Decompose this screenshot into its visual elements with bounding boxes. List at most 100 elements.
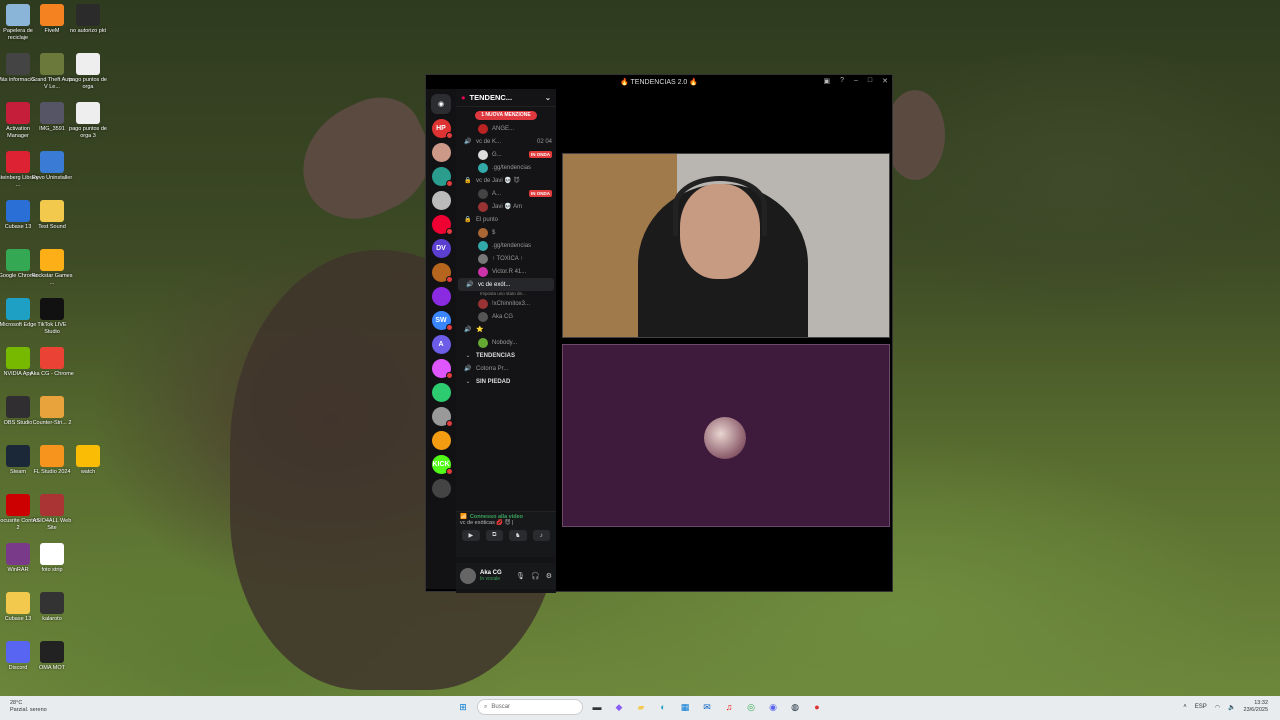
help-icon[interactable]: ?	[840, 77, 844, 85]
voice-member[interactable]: !xChinnitox3...	[456, 297, 556, 310]
desktop-shortcut[interactable]: kalaroto	[30, 592, 74, 623]
language-indicator[interactable]: ESP	[1195, 704, 1207, 710]
desktop-shortcut[interactable]: OMA MOT	[30, 641, 74, 672]
chrome-icon[interactable]: ◎	[743, 699, 759, 715]
activity-button[interactable]: ♞	[509, 530, 527, 541]
voice-member[interactable]: Aka CG	[456, 310, 556, 323]
desktop-shortcut[interactable]: Aka CG - Chrome	[30, 347, 74, 378]
voice-member[interactable]: G... IN ONDA	[456, 148, 556, 161]
edge-icon[interactable]: ◐	[655, 699, 671, 715]
voice-member[interactable]: Victor.R 41...	[456, 265, 556, 278]
weather-widget[interactable]: 28°C Parzial. sereno	[10, 700, 47, 714]
voice-member[interactable]: ↑ TOXICA ↑	[456, 252, 556, 265]
server-icon[interactable]	[431, 407, 453, 427]
copilot-icon[interactable]: ◆	[611, 699, 627, 715]
file-explorer-icon[interactable]: ▰	[633, 699, 649, 715]
server-icon[interactable]	[431, 479, 451, 498]
maximize-button[interactable]: □	[868, 77, 872, 85]
chevron-up-icon[interactable]: ˄	[1183, 704, 1187, 710]
voice-channel[interactable]: 🔊 Cotorra Pr...	[456, 362, 556, 375]
voice-member[interactable]: A... IN ONDA	[456, 187, 556, 200]
server-icon[interactable]: SW	[431, 311, 453, 331]
windows-start-icon[interactable]: ⊞	[455, 699, 471, 715]
minimize-button[interactable]: –	[854, 77, 858, 85]
video-tile-camera[interactable]	[562, 153, 890, 338]
server-icon[interactable]	[431, 431, 451, 450]
server-icon[interactable]	[431, 263, 453, 283]
recorder-icon[interactable]: ●	[809, 699, 825, 715]
desktop-shortcut[interactable]: no autorizo pkt	[66, 4, 110, 35]
server-icon[interactable]: A	[431, 335, 451, 354]
volume-icon[interactable]: 🔈	[1228, 704, 1235, 711]
server-icon[interactable]	[431, 359, 453, 379]
desktop-shortcut[interactable]: Counter-Stri... 2	[30, 396, 74, 427]
search-input[interactable]: ⌕ Buscar	[477, 699, 583, 715]
guild-header[interactable]: ● TENDENC... ⌄	[456, 89, 556, 107]
chevron-down-icon: ⌄	[544, 93, 551, 102]
close-button[interactable]: ✕	[882, 77, 888, 85]
desktop-shortcut[interactable]: TikTok LIVE Studio	[30, 298, 74, 336]
search-icon: ⌕	[484, 703, 488, 710]
voice-channel[interactable]: 🔊 vc de K... 02 04	[456, 135, 556, 148]
desktop-shortcut[interactable]: ASIO4ALL Web Site	[30, 494, 74, 532]
clock[interactable]: 13:32 23/6/2025	[1244, 700, 1268, 714]
desktop-shortcut[interactable]: Test Sound	[30, 200, 74, 231]
channel-category[interactable]: ⌄ TENDENCIAS	[456, 349, 556, 362]
desktop-shortcut[interactable]: Rockstar Games ...	[30, 249, 74, 287]
soundboard-button[interactable]: ♪	[532, 530, 550, 541]
voice-channel[interactable]: 🔊 ⭐	[456, 323, 556, 336]
camera-button[interactable]: ▶	[462, 530, 480, 541]
desktop-shortcut[interactable]: pago puntos de orga	[66, 53, 110, 91]
discord-home-icon[interactable]: ◉	[431, 94, 451, 114]
video-tile-avatar[interactable]	[562, 344, 890, 527]
wifi-icon[interactable]: ◠	[1215, 704, 1220, 711]
server-icon[interactable]	[431, 143, 451, 162]
voice-channel[interactable]: 🔒 El punto	[456, 213, 556, 226]
voice-member[interactable]: $	[456, 226, 556, 239]
avatar[interactable]	[460, 568, 476, 584]
avatar	[478, 311, 488, 322]
new-mention-badge[interactable]: 1 NUOVA MENZIONE	[475, 111, 537, 120]
desktop-shortcut[interactable]: Revo Uninstaller	[30, 151, 74, 182]
task-view-icon[interactable]: ▬	[589, 699, 605, 715]
server-icon[interactable]	[431, 191, 451, 210]
voice-member-name: ↑ TOXICA ↑	[492, 255, 524, 262]
inbox-icon[interactable]: ▣	[823, 77, 830, 85]
microphone-icon[interactable]: 🎙	[516, 572, 525, 580]
discord-icon[interactable]: ◉	[765, 699, 781, 715]
voice-member[interactable]: .gg/tendencias	[456, 161, 556, 174]
voice-channel[interactable]: 🔒 vc de Javi 💀 😈	[456, 174, 556, 187]
server-icon[interactable]	[431, 383, 451, 402]
server-rail: ◉ HP DV SW A KICK	[426, 89, 456, 589]
voice-member[interactable]: Javi 💀 Am	[456, 200, 556, 213]
desktop-shortcut[interactable]: watch	[66, 445, 110, 476]
server-icon[interactable]: HP	[431, 119, 453, 139]
notification-badge	[445, 420, 453, 427]
desktop-shortcut[interactable]: pago puntos de orga 3	[66, 102, 110, 140]
store-icon[interactable]: ▦	[677, 699, 693, 715]
headphones-icon[interactable]: 🎧	[531, 572, 540, 580]
voice-member[interactable]: ANGE...	[456, 122, 556, 135]
channel-category[interactable]: ⌄ SIN PIEDAD	[456, 375, 556, 388]
outlook-icon[interactable]: ✉	[699, 699, 715, 715]
server-icon[interactable]	[431, 287, 451, 306]
desktop-shortcut-label: Counter-Stri... 2	[32, 420, 72, 426]
desktop-shortcut[interactable]: foto strip	[30, 543, 74, 574]
voice-member[interactable]: .gg/tendencias	[456, 239, 556, 252]
server-icon[interactable]: KICK	[431, 455, 453, 475]
server-icon[interactable]	[431, 215, 453, 235]
server-icon[interactable]: DV	[431, 239, 451, 258]
winrar-icon	[6, 543, 30, 565]
tiktok-icon[interactable]: ♫	[721, 699, 737, 715]
gear-icon[interactable]: ⚙	[546, 572, 552, 580]
voice-member-name: Javi 💀 Am	[492, 204, 523, 210]
screen-share-button[interactable]: ⧉	[485, 530, 503, 541]
voice-member[interactable]: Nobody...	[456, 336, 556, 349]
desktop-shortcut-label: no autorizo pkt	[69, 28, 107, 34]
document-icon	[76, 102, 100, 124]
voice-channel[interactable]: 🔊 vc de exót...	[458, 278, 554, 291]
speaker-icon: 🔊	[464, 327, 472, 333]
server-icon[interactable]	[431, 167, 453, 187]
avatar	[478, 149, 488, 160]
steam-icon[interactable]: ◍	[787, 699, 803, 715]
